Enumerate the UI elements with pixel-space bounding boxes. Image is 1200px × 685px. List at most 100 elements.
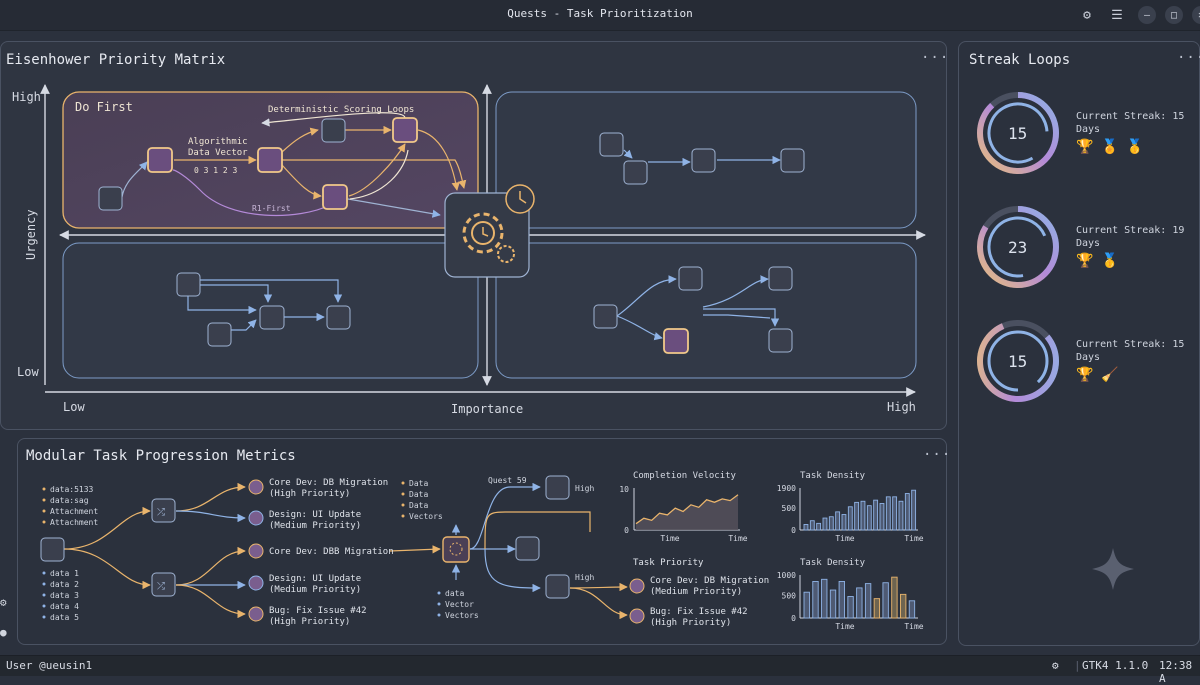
bar xyxy=(841,514,847,531)
input-label: data 3 xyxy=(50,591,79,600)
user-label: User @ueusin1 xyxy=(6,659,93,672)
bar xyxy=(911,489,917,531)
input-label: Data xyxy=(409,501,428,510)
status-bar: User @ueusin1 ⚙ | GTK4 1.1.0 12:38 A xyxy=(0,655,1200,685)
bar xyxy=(898,500,904,531)
flow-node[interactable] xyxy=(515,536,540,561)
task-label[interactable]: Core Dev: DBB Migration xyxy=(269,547,394,557)
task-priority: (High Priority) xyxy=(269,617,350,627)
y-tick-label: 0 xyxy=(624,526,629,535)
bar xyxy=(822,517,828,531)
y-tick-label: 500 xyxy=(782,592,797,601)
bar xyxy=(812,581,819,619)
priority-item-sub: (Medium Priority) xyxy=(650,587,742,597)
quest-label: Quest 59 xyxy=(488,476,527,485)
y-tick-label: 1000 xyxy=(777,571,796,580)
chart-title: Task Density xyxy=(800,558,866,568)
bar xyxy=(854,501,860,531)
area-fill xyxy=(636,494,738,530)
high-label: High xyxy=(575,484,594,493)
input-label: Data xyxy=(409,490,428,499)
x-tick-label: Time xyxy=(835,622,854,631)
y-tick-label: 500 xyxy=(782,504,797,513)
bar xyxy=(809,520,815,531)
input-label: Vectors xyxy=(409,512,443,521)
bar xyxy=(900,593,907,619)
bar xyxy=(873,499,879,531)
flow-node[interactable] xyxy=(545,475,570,500)
bar xyxy=(816,522,822,531)
task-density-chart-2: Task Density 1000 500 0 Time Time xyxy=(777,558,924,631)
y-tick-label: 10 xyxy=(619,485,629,494)
task-priority: (Medium Priority) xyxy=(269,521,361,531)
priority-item-sub: (High Priority) xyxy=(650,618,731,628)
info-icon[interactable]: ● xyxy=(0,626,10,640)
bar xyxy=(879,503,885,531)
bar xyxy=(856,587,863,619)
separator: | xyxy=(1074,659,1081,672)
chart-title: Task Density xyxy=(800,471,866,481)
high-label: High xyxy=(575,573,594,582)
priority-title: Task Priority xyxy=(633,558,704,568)
input-label: data xyxy=(445,589,464,598)
settings-icon[interactable]: ⚙ xyxy=(0,596,10,610)
input-label: data:sag xyxy=(50,496,89,505)
input-label: Attachment xyxy=(50,518,98,527)
bar xyxy=(838,581,845,619)
x-tick-label: Time xyxy=(835,534,854,543)
priority-item[interactable]: Core Dev: DB Migration xyxy=(650,576,769,586)
input-label: data 2 xyxy=(50,580,79,589)
x-tick-label: Time xyxy=(728,534,747,543)
bar xyxy=(892,496,898,531)
input-label: data:5133 xyxy=(50,485,94,494)
task-density-chart: Task Density 1900 500 0 Time Time xyxy=(777,471,924,543)
input-label: Attachment xyxy=(50,507,98,516)
x-tick-label: Time xyxy=(660,534,679,543)
bar xyxy=(885,496,891,531)
shuffle-icon: ⤮ xyxy=(157,581,165,592)
input-label: Data xyxy=(409,479,428,488)
task-label[interactable]: Core Dev: DB Migration xyxy=(269,478,388,488)
completion-velocity-chart: Completion Velocity 10 0 Time Time xyxy=(619,471,747,543)
task-priority: (High Priority) xyxy=(269,489,350,499)
bar xyxy=(866,505,872,531)
source-node[interactable] xyxy=(40,537,65,562)
input-label: data 4 xyxy=(50,602,79,611)
input-label: data 1 xyxy=(50,569,79,578)
bar xyxy=(803,591,810,619)
clock-label: 12:38 A xyxy=(1159,659,1193,685)
task-list xyxy=(248,479,264,622)
bar xyxy=(835,511,841,531)
task-label[interactable]: Design: UI Update xyxy=(269,574,361,584)
settings-icon[interactable]: ⚙ xyxy=(1052,659,1059,672)
x-tick-label: Time xyxy=(904,622,923,631)
metrics-diagram: data:5133 data:sag Attachment Attachment… xyxy=(40,471,924,631)
bar xyxy=(891,576,898,619)
bar xyxy=(873,598,881,619)
bar xyxy=(864,583,872,619)
priority-item[interactable]: Bug: Fix Issue #42 xyxy=(650,607,748,617)
y-tick-label: 0 xyxy=(791,526,796,535)
task-priority: (Medium Priority) xyxy=(269,585,361,595)
y-tick-label: 0 xyxy=(791,614,796,623)
chart-title: Completion Velocity xyxy=(633,471,737,481)
input-label: Vectors xyxy=(445,611,479,620)
bar xyxy=(828,516,834,531)
bar xyxy=(882,582,889,619)
version-label: GTK4 1.1.0 xyxy=(1082,659,1149,672)
task-label[interactable]: Bug: Fix Issue #42 xyxy=(269,606,367,616)
bar xyxy=(821,578,828,619)
bar xyxy=(908,600,916,619)
y-tick-label: 1900 xyxy=(777,484,796,493)
bar xyxy=(847,596,854,619)
task-label[interactable]: Design: UI Update xyxy=(269,510,361,520)
bar xyxy=(860,500,866,531)
flow-node[interactable] xyxy=(545,574,570,599)
input-label: data 5 xyxy=(50,613,79,622)
shuffle-icon: ⤮ xyxy=(157,507,165,518)
bar xyxy=(829,589,837,619)
x-tick-label: Time xyxy=(904,534,923,543)
processor-node[interactable] xyxy=(442,536,470,563)
bar xyxy=(904,493,910,531)
input-label: Vector xyxy=(445,600,474,609)
